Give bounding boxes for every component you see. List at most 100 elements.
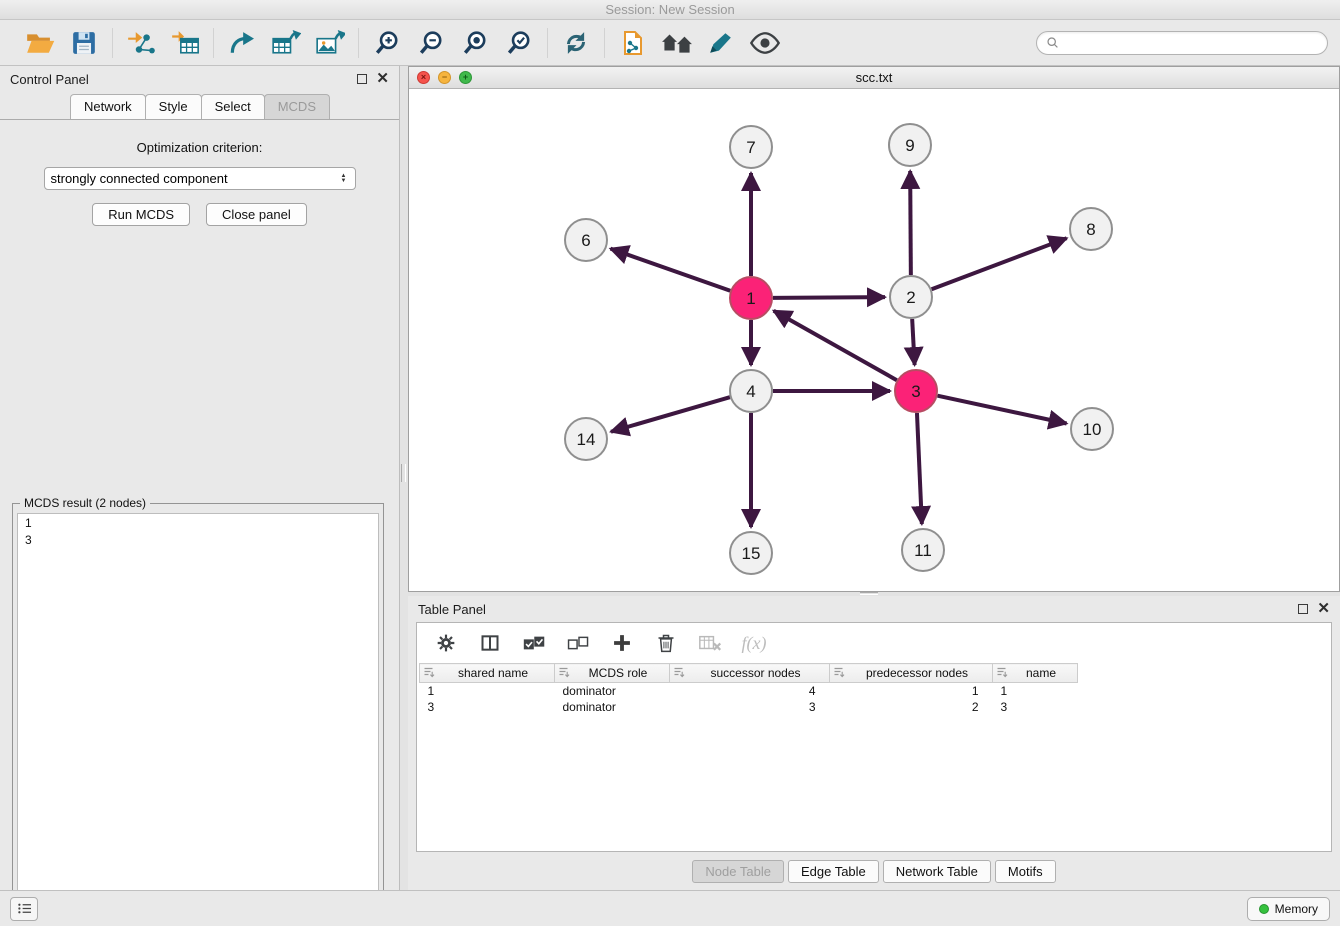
cell-name[interactable]: 1 bbox=[993, 683, 1078, 699]
cell-predecessor-nodes[interactable]: 2 bbox=[830, 699, 993, 715]
cell-predecessor-nodes[interactable]: 1 bbox=[830, 683, 993, 699]
deselect-all-button[interactable] bbox=[565, 630, 591, 656]
node-14[interactable]: 14 bbox=[565, 418, 607, 460]
tab-select[interactable]: Select bbox=[201, 94, 265, 119]
cell-MCDS-role[interactable]: dominator bbox=[555, 683, 670, 699]
gear-button[interactable] bbox=[433, 630, 459, 656]
edge-4-14[interactable] bbox=[611, 397, 730, 432]
cell-MCDS-role[interactable]: dominator bbox=[555, 699, 670, 715]
close-window-icon[interactable]: × bbox=[417, 71, 430, 84]
network-canvas[interactable]: 7 9 6 8 1 2 4 3 14 10 15 11 bbox=[409, 89, 1339, 591]
float-panel-icon[interactable] bbox=[357, 74, 367, 84]
node-9[interactable]: 9 bbox=[889, 124, 931, 166]
cell-name[interactable]: 3 bbox=[993, 699, 1078, 715]
maximize-window-icon[interactable]: + bbox=[459, 71, 472, 84]
export-network-button[interactable] bbox=[226, 27, 258, 59]
refresh-button[interactable] bbox=[560, 27, 592, 59]
tab-mcds[interactable]: MCDS bbox=[264, 94, 330, 119]
add-column-icon bbox=[612, 633, 632, 653]
edge-3-1[interactable] bbox=[774, 311, 897, 380]
apply-style-button[interactable] bbox=[705, 27, 737, 59]
status-menu-button[interactable] bbox=[10, 897, 38, 921]
tab-network[interactable]: Network bbox=[70, 94, 146, 119]
export-table-button[interactable] bbox=[270, 27, 302, 59]
close-panel-button[interactable]: Close panel bbox=[206, 203, 307, 226]
node-3[interactable]: 3 bbox=[895, 370, 937, 412]
edge-2-8[interactable] bbox=[932, 238, 1067, 289]
edge-2-3[interactable] bbox=[912, 319, 914, 365]
sort-icon bbox=[996, 666, 1008, 678]
node-4[interactable]: 4 bbox=[730, 370, 772, 412]
column-header-shared-name[interactable]: shared name bbox=[420, 664, 555, 683]
export-image-button[interactable] bbox=[314, 27, 346, 59]
tab-node-table[interactable]: Node Table bbox=[692, 860, 784, 883]
first-neighbors-button[interactable] bbox=[661, 27, 693, 59]
node-label: 14 bbox=[577, 430, 596, 449]
memory-button[interactable]: Memory bbox=[1247, 897, 1330, 921]
column-chooser-button[interactable] bbox=[477, 630, 503, 656]
close-panel-icon[interactable]: ✕ bbox=[376, 73, 389, 85]
network-window: × − + scc.txt 7968124314101511 bbox=[408, 66, 1340, 592]
column-header-predecessor-nodes[interactable]: predecessor nodes bbox=[830, 664, 993, 683]
node-10[interactable]: 10 bbox=[1071, 408, 1113, 450]
node-label: 2 bbox=[906, 288, 915, 307]
edge-1-2[interactable] bbox=[773, 297, 885, 298]
mcds-result-title: MCDS result (2 nodes) bbox=[20, 496, 150, 510]
delete-column-button[interactable] bbox=[653, 630, 679, 656]
save-button[interactable] bbox=[68, 27, 100, 59]
search-box[interactable] bbox=[1036, 31, 1328, 55]
gear-icon bbox=[436, 633, 456, 653]
add-column-button[interactable] bbox=[609, 630, 635, 656]
mcds-result-list[interactable]: 1 3 bbox=[17, 513, 379, 891]
column-header-MCDS-role[interactable]: MCDS role bbox=[555, 664, 670, 683]
refresh-icon bbox=[563, 30, 589, 56]
import-table-button[interactable] bbox=[169, 27, 201, 59]
cell-shared-name[interactable]: 1 bbox=[420, 683, 555, 699]
edge-2-9[interactable] bbox=[910, 171, 911, 275]
search-input[interactable] bbox=[1064, 36, 1318, 50]
column-header-label: MCDS role bbox=[570, 666, 666, 680]
edge-1-6[interactable] bbox=[611, 249, 731, 291]
table-row[interactable]: 1dominator411 bbox=[420, 683, 1332, 699]
minimize-window-icon[interactable]: − bbox=[438, 71, 451, 84]
zoom-in-button[interactable] bbox=[371, 27, 403, 59]
tab-network-table[interactable]: Network Table bbox=[883, 860, 991, 883]
table-row[interactable]: 3dominator323 bbox=[420, 699, 1332, 715]
node-7[interactable]: 7 bbox=[730, 126, 772, 168]
vertical-splitter[interactable] bbox=[400, 66, 408, 890]
column-header-name[interactable]: name bbox=[993, 664, 1078, 683]
tab-edge-table[interactable]: Edge Table bbox=[788, 860, 879, 883]
select-all-button[interactable] bbox=[521, 630, 547, 656]
node-2[interactable]: 2 bbox=[890, 276, 932, 318]
cell-shared-name[interactable]: 3 bbox=[420, 699, 555, 715]
zoom-in-icon bbox=[374, 30, 400, 56]
cell-successor-nodes[interactable]: 3 bbox=[670, 699, 830, 715]
zoom-fit-button[interactable] bbox=[459, 27, 491, 59]
import-network-button[interactable] bbox=[125, 27, 157, 59]
close-panel-icon[interactable]: ✕ bbox=[1317, 603, 1330, 615]
float-panel-icon[interactable] bbox=[1298, 604, 1308, 614]
node-11[interactable]: 11 bbox=[902, 529, 944, 571]
column-header-successor-nodes[interactable]: successor nodes bbox=[670, 664, 830, 683]
zoom-out-button[interactable] bbox=[415, 27, 447, 59]
tab-style[interactable]: Style bbox=[145, 94, 202, 119]
open-folder-button[interactable] bbox=[24, 27, 56, 59]
edge-3-10[interactable] bbox=[938, 396, 1067, 424]
node-label: 10 bbox=[1083, 420, 1102, 439]
node-8[interactable]: 8 bbox=[1070, 208, 1112, 250]
node-6[interactable]: 6 bbox=[565, 219, 607, 261]
clone-network-button[interactable] bbox=[617, 27, 649, 59]
criterion-dropdown-value: strongly connected component bbox=[51, 171, 228, 186]
run-mcds-button[interactable]: Run MCDS bbox=[92, 203, 190, 226]
criterion-dropdown[interactable]: strongly connected component ▲▼ bbox=[44, 167, 356, 190]
search-icon bbox=[1046, 36, 1059, 49]
node-1[interactable]: 1 bbox=[730, 277, 772, 319]
deselect-all-icon bbox=[566, 633, 590, 653]
show-hide-button[interactable] bbox=[749, 27, 781, 59]
edge-3-11[interactable] bbox=[917, 413, 922, 524]
zoom-selected-button[interactable] bbox=[503, 27, 535, 59]
tab-motifs[interactable]: Motifs bbox=[995, 860, 1056, 883]
clone-network-icon bbox=[620, 30, 646, 56]
node-15[interactable]: 15 bbox=[730, 532, 772, 574]
cell-successor-nodes[interactable]: 4 bbox=[670, 683, 830, 699]
